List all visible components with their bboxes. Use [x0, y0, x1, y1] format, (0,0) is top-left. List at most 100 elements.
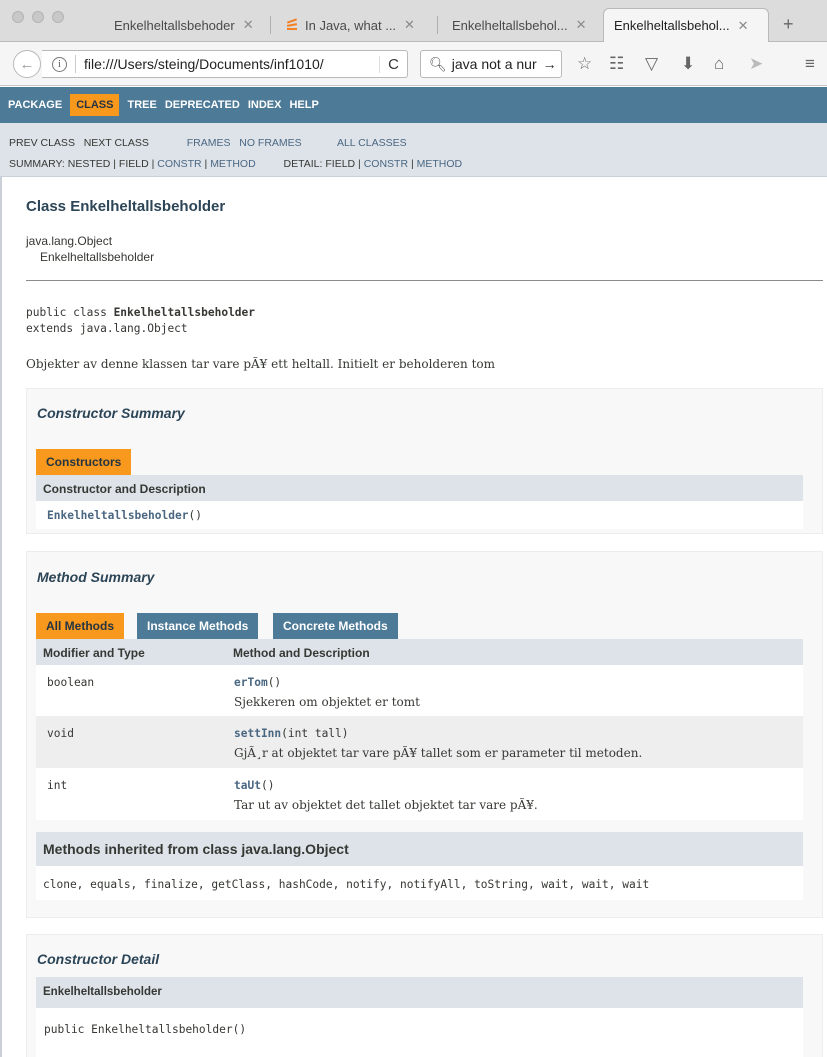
search-input[interactable]: 🔍︎ java not a nur →	[420, 50, 562, 78]
table-header: Modifier and Type Method and Description	[36, 639, 803, 665]
nav-tree[interactable]: TREE	[127, 99, 156, 111]
url-bar[interactable]: i file:///Users/steing/Documents/inf1010…	[42, 50, 408, 78]
section-title: Constructor Detail	[37, 951, 160, 967]
stackoverflow-icon	[286, 18, 298, 32]
summary-label: SUMMARY:	[9, 158, 65, 170]
table-row: void settInn(int tall) GjÃ¸r at objektet…	[36, 716, 803, 768]
url-divider	[75, 55, 76, 73]
nav-deprecated[interactable]: DEPRECATED	[165, 99, 240, 111]
menu-icon[interactable]: ≡	[805, 54, 815, 74]
tab-enkelheltallsbehol-1[interactable]: Enkelheltallsbehol... ✕	[442, 8, 602, 42]
tab-enkelheltallsbehol-active[interactable]: Enkelheltallsbehol... ✕	[603, 8, 769, 42]
tab-label: In Java, what ...	[305, 17, 397, 33]
column-header-method: Method and Description	[233, 646, 370, 660]
constructor-detail-body: public Enkelheltallsbeholder()	[36, 1008, 803, 1057]
inherited-methods-row: clone, equals, finalize, getClass, hashC…	[36, 866, 803, 900]
minimize-window-button[interactable]	[32, 11, 44, 23]
summary-method-link[interactable]: METHOD	[210, 158, 256, 170]
inherited-methods-list: clone, equals, finalize, getClass, hashC…	[43, 878, 650, 891]
tab-label: Enkelheltallsbehol...	[614, 18, 730, 33]
new-tab-button[interactable]: +	[783, 14, 794, 35]
navigation-toolbar: ← i file:///Users/steing/Documents/inf10…	[0, 42, 827, 86]
summary-field: FIELD	[118, 158, 149, 170]
nav-class: CLASS	[70, 94, 120, 116]
signature-name: Enkelheltallsbeholder	[113, 306, 256, 319]
close-icon[interactable]: ✕	[738, 18, 749, 34]
separator: |	[151, 158, 155, 170]
tab-enkelheltallsbehoder[interactable]: Enkelheltallsbehoder ✕	[104, 8, 264, 42]
tab-concrete-methods[interactable]: Concrete Methods	[273, 613, 398, 639]
all-classes-link[interactable]: ALL CLASSES	[337, 137, 407, 149]
tab-label: Enkelheltallsbehol...	[452, 17, 568, 33]
nav-index[interactable]: INDEX	[248, 99, 282, 111]
search-icon: 🔍︎	[429, 55, 447, 72]
constructor-signature: public Enkelheltallsbeholder()	[44, 1023, 247, 1036]
detail-method-link[interactable]: METHOD	[417, 158, 463, 170]
javadoc-top-nav: PACKAGE CLASS TREE DEPRECATED INDEX HELP	[0, 87, 827, 123]
table-row: Enkelheltallsbeholder()	[36, 501, 803, 529]
back-button[interactable]: ←	[13, 50, 41, 78]
info-icon[interactable]: i	[52, 56, 67, 72]
constructor-summary-section: Constructor Summary Constructors Constru…	[26, 388, 823, 534]
search-go-button[interactable]: →	[537, 56, 561, 72]
tab-all-methods[interactable]: All Methods	[36, 613, 124, 639]
detail-label: DETAIL:	[283, 158, 323, 170]
prev-class-label: PREV CLASS	[9, 137, 75, 149]
url-text[interactable]: file:///Users/steing/Documents/inf1010/	[84, 56, 379, 72]
method-link[interactable]: taUt	[234, 779, 261, 792]
column-header-modifier: Modifier and Type	[43, 646, 145, 660]
detail-constr-link[interactable]: CONSTR	[364, 158, 408, 170]
method-link[interactable]: erTom	[234, 676, 268, 689]
nav-help[interactable]: HELP	[289, 99, 318, 111]
class-signature: public class Enkelheltallsbeholder	[26, 306, 255, 319]
zoom-window-button[interactable]	[52, 11, 64, 23]
table-row: boolean erTom() Sjekkeren om objektet er…	[36, 665, 803, 716]
method-link[interactable]: settInn	[234, 727, 281, 740]
detail-field: FIELD	[325, 158, 356, 170]
inheritance-class: Enkelheltallsbeholder	[40, 250, 155, 264]
constructor-params: ()	[188, 509, 202, 522]
class-description: Objekter av denne klassen tar vare pÃ¥ e…	[26, 357, 495, 371]
tab-instance-methods[interactable]: Instance Methods	[137, 613, 259, 639]
constructor-detail-header: Enkelheltallsbeholder	[36, 977, 803, 1008]
column-header: Constructor and Description	[43, 482, 206, 496]
close-window-button[interactable]	[12, 11, 24, 23]
signature-extends: extends java.lang.Object	[26, 322, 188, 335]
subnav-row-2: SUMMARY: NESTED | FIELD | CONSTR | METHO…	[9, 158, 462, 170]
javadoc-sub-nav: PREV CLASS NEXT CLASS FRAMES NO FRAMES A…	[0, 123, 827, 177]
constructor-link[interactable]: Enkelheltallsbeholder	[47, 509, 188, 522]
tab-label: Enkelheltallsbehoder	[114, 17, 235, 33]
no-frames-link[interactable]: NO FRAMES	[239, 137, 301, 149]
inherited-methods-header: Methods inherited from class java.lang.O…	[36, 832, 803, 866]
search-value[interactable]: java not a nur	[452, 56, 537, 72]
send-icon[interactable]: ➤	[749, 54, 763, 74]
tab-bar: Enkelheltallsbehoder ✕ In Java, what ...…	[0, 0, 827, 42]
tab-divider	[270, 16, 271, 34]
method-type: void	[47, 727, 74, 740]
home-icon[interactable]: ⌂	[714, 54, 724, 74]
reading-list-icon[interactable]: ☷	[609, 54, 624, 74]
separator: |	[410, 158, 414, 170]
close-icon[interactable]: ✕	[576, 17, 587, 33]
method-summary-section: Method Summary All Methods Instance Meth…	[26, 551, 823, 918]
download-icon[interactable]: ⬇	[681, 54, 695, 74]
table-row: int taUt() Tar ut av objektet det tallet…	[36, 768, 803, 820]
table-header: Constructor and Description	[36, 475, 803, 501]
method-type: boolean	[47, 676, 95, 689]
nav-package[interactable]: PACKAGE	[8, 99, 62, 111]
separator: |	[358, 158, 361, 170]
close-icon[interactable]: ✕	[404, 17, 415, 33]
tab-in-java[interactable]: In Java, what ... ✕	[276, 8, 440, 42]
method-description: Tar ut av objektet det tallet objektet t…	[234, 798, 538, 812]
method-params: ()	[260, 779, 275, 792]
separator: |	[204, 158, 208, 170]
method-params: ()	[267, 676, 282, 689]
close-icon[interactable]: ✕	[243, 17, 254, 33]
reload-button[interactable]: C	[379, 55, 407, 73]
bookmark-star-icon[interactable]: ☆	[577, 54, 592, 74]
inheritance-root: java.lang.Object	[26, 234, 113, 248]
page-title: Class Enkelheltallsbeholder	[26, 198, 226, 215]
frames-link[interactable]: FRAMES	[187, 137, 231, 149]
pocket-icon[interactable]: ▽	[645, 54, 658, 74]
summary-constr-link[interactable]: CONSTR	[157, 158, 201, 170]
